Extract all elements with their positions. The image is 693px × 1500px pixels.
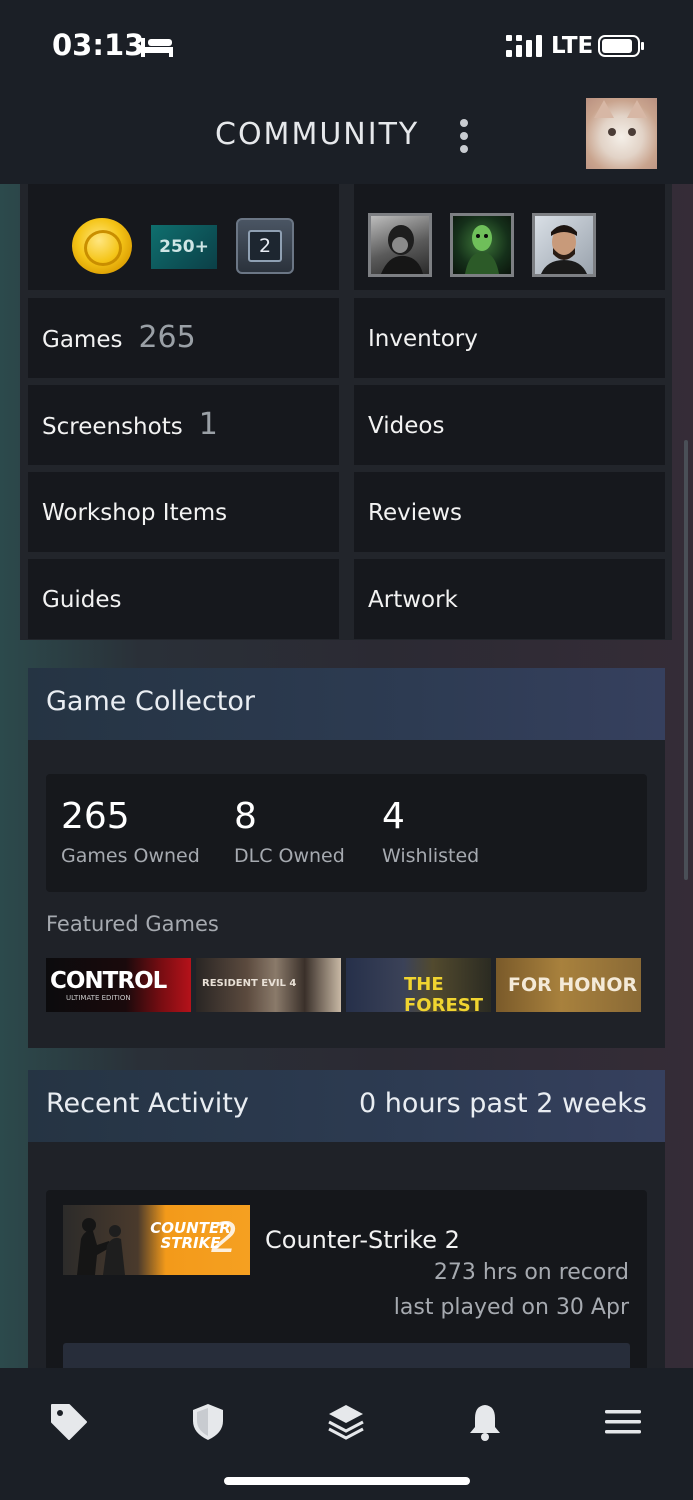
stat-value: 8 <box>234 796 257 837</box>
videos-link[interactable]: Videos <box>354 385 665 465</box>
section-title: Game Collector <box>46 686 255 717</box>
status-bar: 03:13 LTE <box>0 0 693 92</box>
game-title: CONTROL <box>50 968 167 994</box>
inventory-link[interactable]: Inventory <box>354 298 665 378</box>
guides-link[interactable]: Guides <box>28 559 339 639</box>
recent-activity-header: Recent Activity 0 hours past 2 weeks <box>28 1070 665 1142</box>
game-name[interactable]: Counter-Strike 2 <box>265 1226 460 1254</box>
page-title: COMMUNITY <box>215 117 420 152</box>
hours-on-record: 273 hrs on record <box>433 1260 629 1285</box>
network-type: LTE <box>551 33 594 59</box>
level-badge-label: 2 <box>248 230 282 262</box>
content-scroll-area[interactable]: 250+ 2 Games 265 Inventory Screenshots 1… <box>0 184 693 1368</box>
years-service-badge[interactable]: 250+ <box>151 225 217 269</box>
signal-icon <box>506 35 542 57</box>
soldier-silhouette-icon <box>77 1218 125 1275</box>
monkey-thinker-icon <box>381 225 423 274</box>
artwork-link[interactable]: Artwork <box>354 559 665 639</box>
badges-tile[interactable]: 250+ 2 <box>28 184 339 290</box>
stat-value: 4 <box>382 796 405 837</box>
games-label: Games <box>42 327 123 353</box>
sleep-bed-icon <box>141 38 173 57</box>
stat-label: Games Owned <box>61 845 200 867</box>
friend-avatar[interactable] <box>532 213 596 277</box>
game-title: RESIDENT EVIL 4 <box>202 978 297 989</box>
collector-stats[interactable]: 265 Games Owned 8 DLC Owned 4 Wishlisted <box>46 774 647 892</box>
guides-label: Guides <box>42 587 122 613</box>
battery-icon <box>598 35 644 57</box>
section-title: Recent Activity <box>46 1088 249 1119</box>
achievement-progress-bar[interactable] <box>63 1343 630 1368</box>
shield-icon[interactable] <box>188 1402 228 1442</box>
layers-icon[interactable] <box>326 1402 366 1442</box>
stat-wishlisted[interactable]: 4 Wishlisted <box>382 796 479 867</box>
bell-icon[interactable] <box>465 1402 505 1442</box>
stat-label: DLC Owned <box>234 845 345 867</box>
featured-game-the-forest[interactable]: THE FOREST <box>346 958 491 1012</box>
screenshots-link[interactable]: Screenshots 1 <box>28 385 339 465</box>
workshop-items-link[interactable]: Workshop Items <box>28 472 339 552</box>
top-nav-bar: COMMUNITY <box>0 92 693 184</box>
last-played: last played on 30 Apr <box>393 1295 629 1320</box>
game-collector-header: Game Collector <box>28 668 665 740</box>
more-options-icon[interactable] <box>458 118 470 154</box>
featured-games-label: Featured Games <box>46 912 219 936</box>
user-avatar[interactable] <box>586 98 657 169</box>
friend-avatar[interactable] <box>450 213 514 277</box>
level-badge[interactable]: 2 <box>236 218 294 274</box>
game-capsule-image[interactable]: COUNTER STRIKE 2 <box>63 1205 250 1275</box>
game-title: FOR HONOR <box>508 974 638 996</box>
friends-tile[interactable] <box>354 184 665 290</box>
reviews-link[interactable]: Reviews <box>354 472 665 552</box>
videos-label: Videos <box>368 413 445 439</box>
featured-game-control[interactable]: CONTROL ULTIMATE EDITION <box>46 958 191 1012</box>
screenshots-label: Screenshots <box>42 414 183 440</box>
artwork-label: Artwork <box>368 587 458 613</box>
stat-value: 265 <box>61 796 130 837</box>
workshop-items-label: Workshop Items <box>42 500 228 526</box>
game-collector-section: Game Collector 265 Games Owned 8 DLC Own… <box>28 668 665 1048</box>
recent-activity-section: Recent Activity 0 hours past 2 weeks COU… <box>28 1070 665 1368</box>
stat-label: Wishlisted <box>382 845 480 867</box>
stat-dlc-owned[interactable]: 8 DLC Owned <box>234 796 345 867</box>
game-subtitle: ULTIMATE EDITION <box>66 994 131 1002</box>
game-capsule-number: 2 <box>211 1213 238 1262</box>
hamburger-menu-icon[interactable] <box>603 1402 643 1442</box>
inventory-label: Inventory <box>368 326 478 352</box>
gold-coin-badge-icon[interactable] <box>72 218 132 274</box>
recent-game-card[interactable]: COUNTER STRIKE 2 Counter-Strike 2 273 hr… <box>46 1190 647 1368</box>
featured-game-resident-evil-4[interactable]: RESIDENT EVIL 4 <box>196 958 341 1012</box>
recent-hours-summary: 0 hours past 2 weeks <box>359 1088 647 1119</box>
status-time: 03:13 <box>52 28 145 62</box>
home-indicator[interactable] <box>224 1477 470 1485</box>
person-photo-icon <box>541 225 587 274</box>
friend-avatar[interactable] <box>368 213 432 277</box>
games-link[interactable]: Games 265 <box>28 298 339 378</box>
green-figure-icon <box>465 225 499 274</box>
store-tag-icon[interactable] <box>49 1402 89 1442</box>
games-count: 265 <box>138 320 196 355</box>
featured-game-for-honor[interactable]: FOR HONOR <box>496 958 641 1012</box>
reviews-label: Reviews <box>368 500 463 526</box>
screenshots-count: 1 <box>198 407 218 442</box>
game-title: THE FOREST <box>404 974 483 1012</box>
scrollbar[interactable] <box>684 440 688 880</box>
stat-games-owned[interactable]: 265 Games Owned <box>61 796 200 867</box>
